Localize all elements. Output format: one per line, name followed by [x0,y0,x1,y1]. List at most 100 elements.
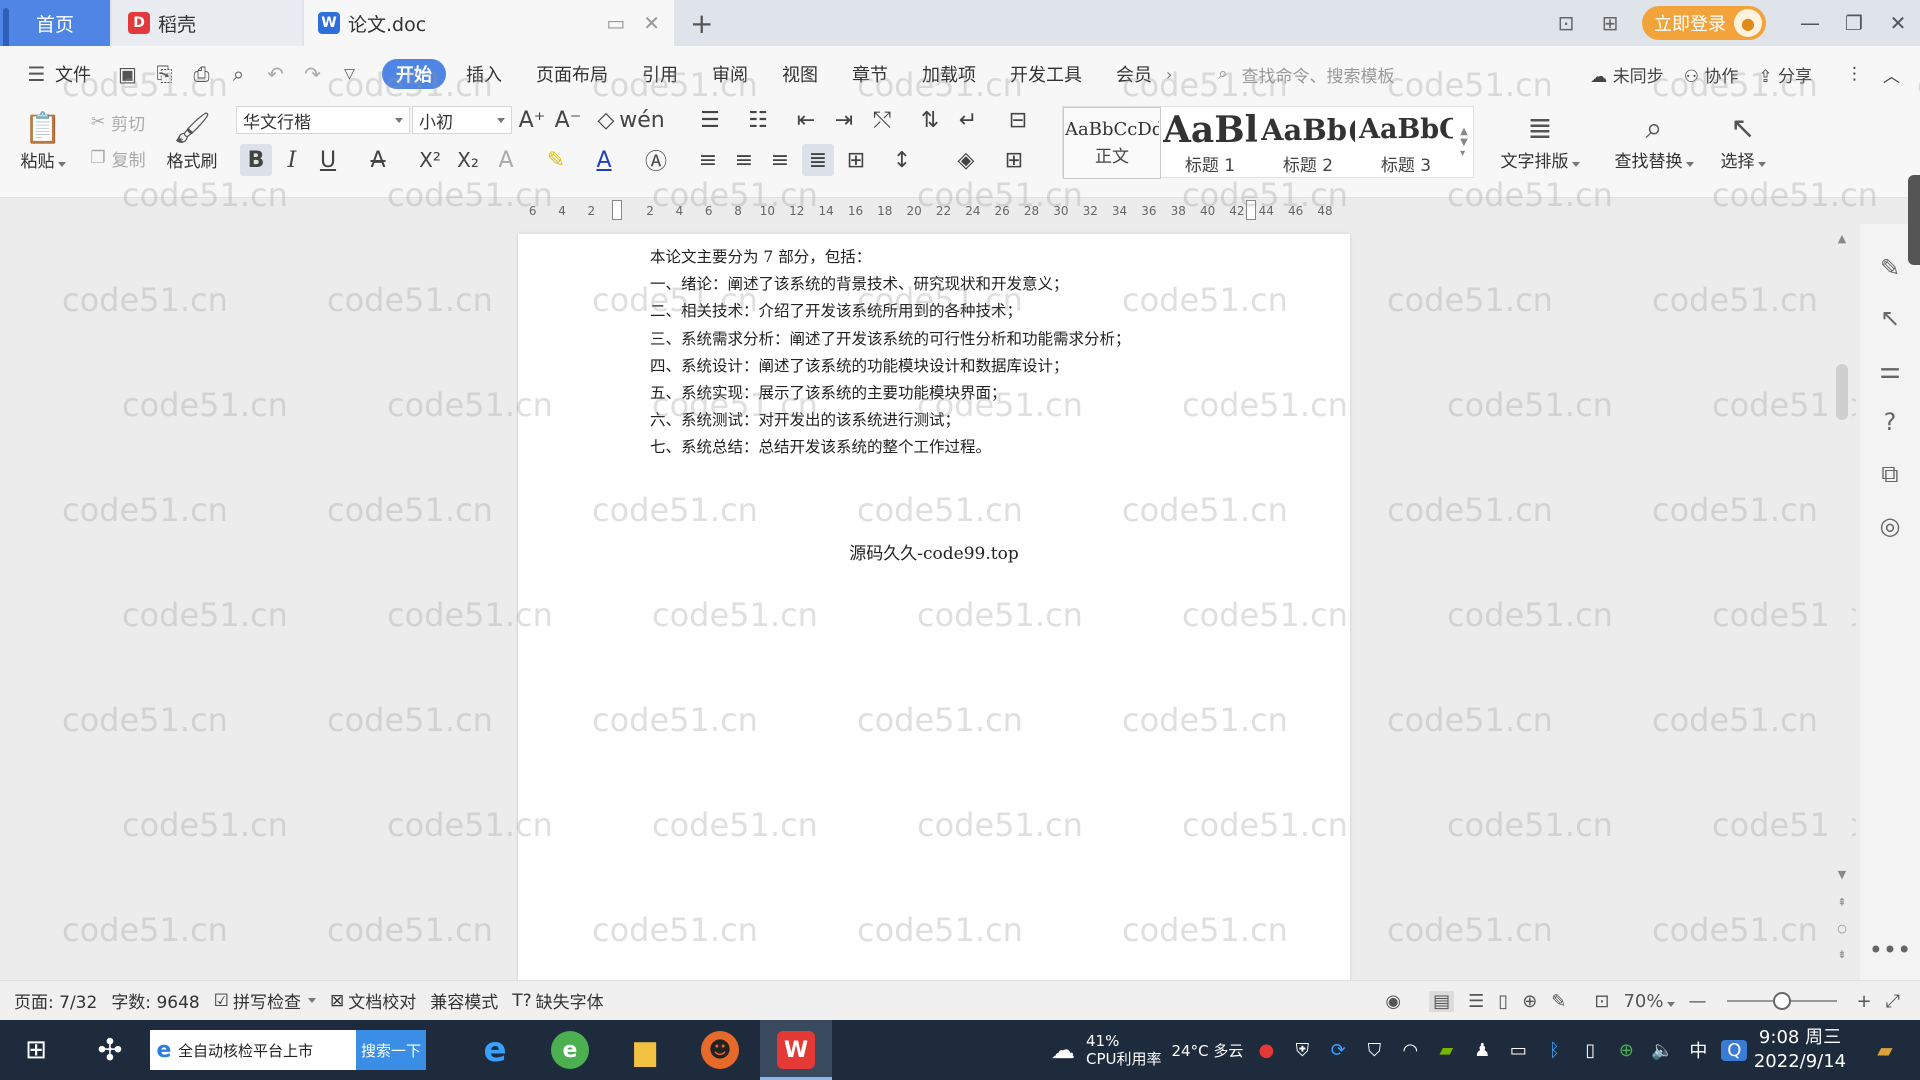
select-button[interactable]: ↖ 选择 [1710,104,1776,178]
doc-proofread[interactable]: ⊠ 文档校对 [330,988,416,1014]
battery-icon[interactable]: ▭ [1505,1040,1531,1061]
tab-document[interactable]: W 论文.doc ▭ ✕ [304,0,674,46]
word-count[interactable]: 字数: 9648 [111,988,199,1013]
scroll-up-icon[interactable]: ▲ [1832,232,1852,245]
menu-tab-insert[interactable]: 插入 [452,59,516,89]
next-page-icon[interactable]: ⇟ [1832,948,1852,961]
game-app-icon[interactable]: ☻ [695,1030,745,1070]
sync-status[interactable]: ☁ 未同步 [1590,62,1663,87]
clear-format-icon[interactable]: ◇ [590,104,622,136]
collapse-ribbon-icon[interactable]: ︿ [1883,62,1900,87]
more-horizontal-icon[interactable]: ••• [1860,936,1920,964]
find-replace-button[interactable]: ⌕ 查找替换 [1604,104,1704,178]
menu-tab-addins[interactable]: 加载项 [908,59,990,89]
tray-shield-icon[interactable]: ⛉ [1361,1040,1387,1061]
windows-start-icon[interactable]: ⊞ [16,1030,56,1070]
page-indicator[interactable]: 页面: 7/32 [14,988,97,1013]
font-name-select[interactable]: 华文行楷 [236,106,410,134]
eye-protection-icon[interactable]: ◉ [1385,991,1401,1012]
missing-font[interactable]: T? 缺失字体 [512,988,603,1014]
format-painter-button[interactable]: 🖌 格式刷 [160,104,224,178]
spell-check[interactable]: ☑ 拼写检查 [214,988,316,1013]
more-options-icon[interactable]: ⋮ [1846,64,1863,84]
tray-sync-icon[interactable]: ⟳ [1325,1040,1351,1061]
write-mode-icon[interactable]: ✎ [1551,991,1566,1012]
wifi-icon[interactable]: ◠ [1397,1040,1423,1061]
ime-indicator[interactable]: 中 [1685,1037,1711,1063]
document-page[interactable]: 本论文主要分为 7 部分，包括： 一、绪论：阐述了该系统的背景技术、研究现状和开… [518,234,1350,980]
font-color-icon[interactable]: A [588,144,620,176]
zoom-knob[interactable] [1772,992,1791,1010]
char-border-icon[interactable]: Ⓐ [640,144,672,176]
show-marks-icon[interactable]: ↵ [952,104,984,136]
tab-daoke[interactable]: D 稻壳 [112,0,302,46]
shading-icon[interactable]: ◈ [950,144,982,176]
phonetic-guide-icon[interactable]: wén [619,104,664,136]
undo-icon[interactable]: ↶ [257,62,294,86]
indent-marker[interactable] [612,200,622,220]
internet-explorer-icon[interactable]: e [470,1030,520,1070]
line-spacing-icon[interactable]: ↕ [886,144,918,176]
qq-icon[interactable]: ♟ [1469,1040,1495,1061]
bluetooth-icon[interactable]: ᛒ [1541,1040,1567,1061]
redo-icon[interactable]: ↷ [294,62,331,86]
zoom-level[interactable]: 70% [1623,991,1675,1012]
usb-icon[interactable]: ▯ [1577,1040,1603,1061]
more-tabs-chevron-icon[interactable]: › [1166,65,1172,84]
style-heading-1[interactable]: AaBl 标题 1 [1161,107,1259,179]
align-center-icon[interactable]: ≡ [728,144,760,176]
bullet-list-icon[interactable]: ☰ [694,104,726,136]
align-left-icon[interactable]: ≡ [692,144,724,176]
reading-view-icon[interactable]: ▯ [1498,991,1508,1012]
location-icon[interactable]: ◎ [1860,512,1920,540]
tray-plus-icon[interactable]: ⊕ [1613,1040,1639,1061]
volume-icon[interactable]: 🔈 [1649,1040,1675,1061]
menu-tab-references[interactable]: 引用 [628,59,692,89]
menu-tab-chapter[interactable]: 章节 [838,59,902,89]
font-size-select[interactable]: 小初 [412,106,512,134]
select-browse-icon[interactable]: ○ [1832,922,1852,935]
pointer-icon[interactable]: ↖ [1860,304,1920,332]
menu-tab-view[interactable]: 视图 [768,59,832,89]
scroll-down-icon[interactable]: ▼ [1832,868,1852,881]
panel-edge-handle[interactable] [1908,175,1920,265]
restore-icon[interactable]: ❐ [1832,11,1876,35]
fullscreen-icon[interactable]: ⤢ [1886,991,1900,1012]
grid-apps-icon[interactable]: ⊞ [1588,11,1632,35]
file-explorer-icon[interactable]: ▆ [620,1030,670,1070]
weather-text[interactable]: 24°C 多云 [1172,1040,1244,1061]
save-icon[interactable]: ▣ [109,62,146,86]
collab-button[interactable]: ⚇ 协作 [1684,62,1739,87]
highlight-icon[interactable]: ✎ [540,144,572,176]
pinwheel-app-icon[interactable]: ✣ [86,1030,134,1070]
copy-button[interactable]: ❐ 复制 [80,144,156,172]
grow-font-icon[interactable]: A⁺ [516,104,548,136]
fit-page-icon[interactable]: ⊡ [1594,991,1609,1012]
prev-page-icon[interactable]: ⇞ [1832,896,1852,909]
help-icon[interactable]: ? [1860,408,1920,436]
increase-indent-icon[interactable]: ⇥ [828,104,860,136]
text-layout-button[interactable]: ≣ 文字排版 [1490,104,1590,178]
print-icon[interactable]: ⎙ [183,62,220,86]
customize-toolbar-icon[interactable]: ▽ [331,66,368,82]
command-search[interactable]: ⌕ 查找命令、搜索模板 [1218,46,1395,102]
shrink-font-icon[interactable]: A⁻ [552,104,584,136]
decrease-indent-icon[interactable]: ⇤ [790,104,822,136]
backup-icon[interactable]: ⧉ [1860,460,1920,488]
justify-icon[interactable]: ≣ [802,144,834,176]
show-desktop-icon[interactable]: ▰ [1870,1030,1900,1070]
distribute-icon[interactable]: ⊞ [840,144,872,176]
underline-button[interactable]: U [312,144,344,176]
italic-button[interactable]: I [276,144,308,176]
subscript-button[interactable]: X₂ [452,144,484,176]
taskbar-search-button[interactable]: 搜索一下 [356,1030,426,1070]
zoom-in-icon[interactable]: + [1857,991,1872,1012]
tray-security-icon[interactable]: ⛨ [1289,1040,1315,1061]
borders-icon[interactable]: ⊞ [998,144,1030,176]
close-tab-icon[interactable]: ✕ [643,11,660,35]
tray-app-icon[interactable]: ● [1253,1040,1279,1061]
web-view-icon[interactable]: ⊕ [1522,991,1537,1012]
nvidia-icon[interactable]: ▰ [1433,1040,1459,1061]
file-menu[interactable]: 文件 [55,61,91,87]
weather-icon[interactable]: ☁ [1050,1036,1076,1064]
